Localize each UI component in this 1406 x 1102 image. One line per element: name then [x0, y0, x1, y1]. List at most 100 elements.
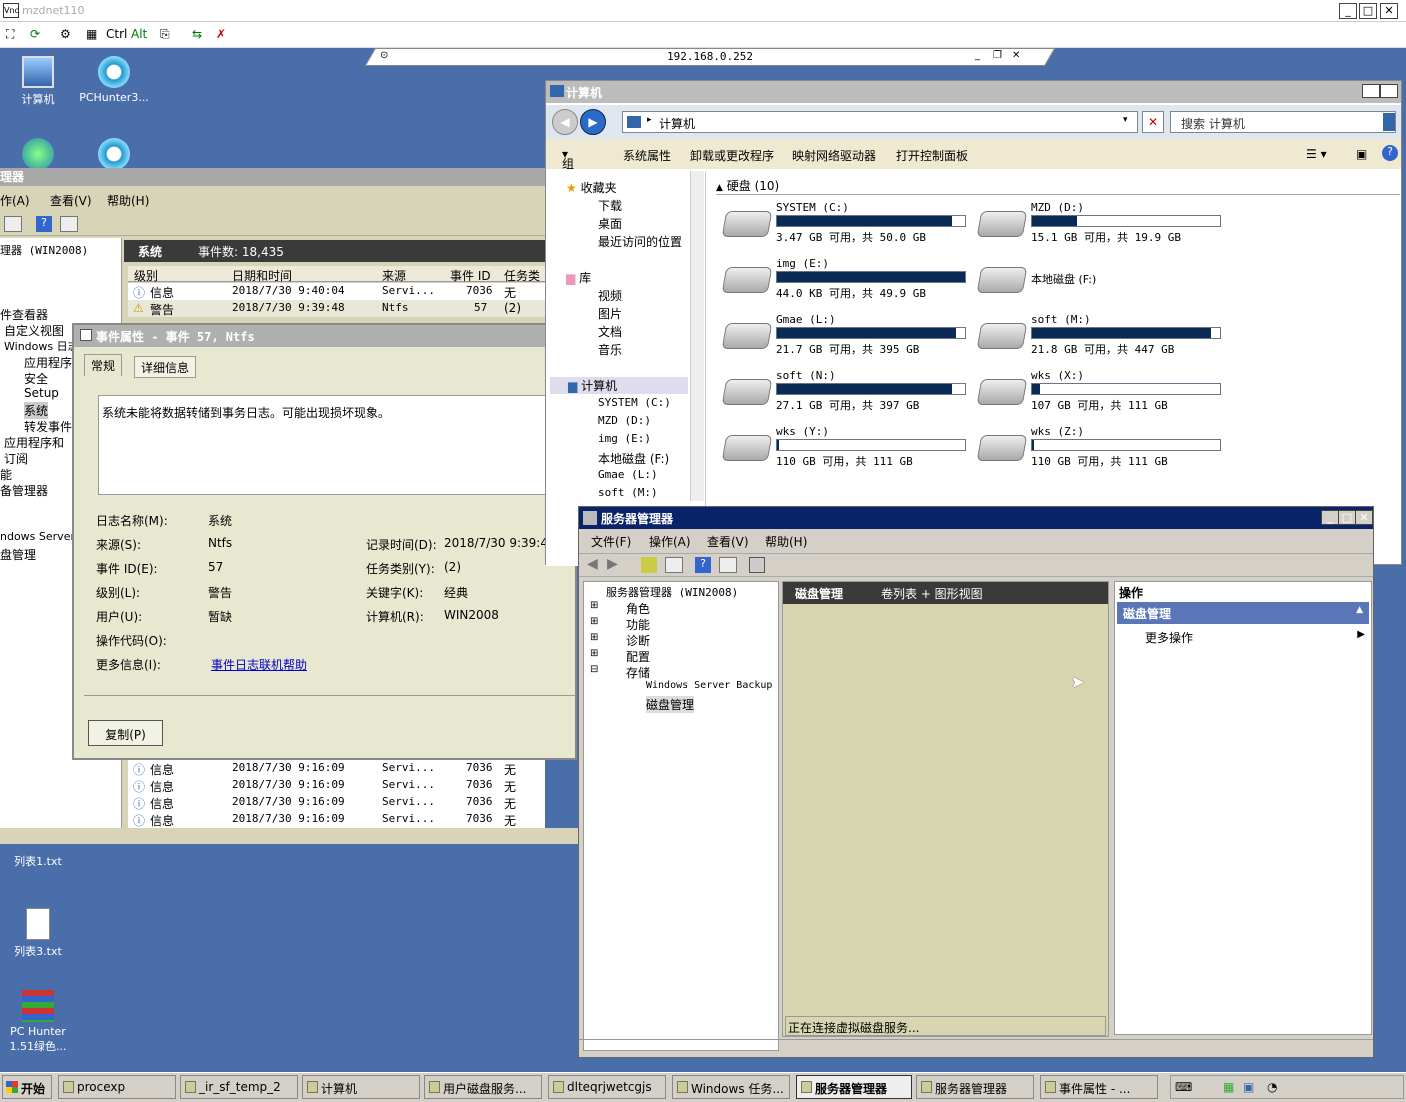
tree-item-disk-management[interactable]: 磁盘管理 [646, 696, 695, 713]
tree-item-features[interactable]: 能 [0, 466, 12, 483]
expand-icon[interactable]: ⊞ [590, 648, 598, 659]
show-pane-icon[interactable] [4, 216, 22, 232]
more-actions-item[interactable]: 更多操作 ▶ [1145, 629, 1365, 646]
up-level-icon[interactable] [641, 557, 657, 573]
rdp-pin-icon[interactable]: ⊙ [380, 50, 388, 61]
taskbar-button[interactable]: _ir_sf_temp_2 [180, 1075, 298, 1099]
view-options-icon[interactable]: ☰ ▾ [1306, 147, 1327, 161]
col-level[interactable]: 级别 [134, 267, 158, 284]
desktop-icon-list3[interactable]: 列表3.txt [2, 908, 74, 959]
desktop-icon-pchunter[interactable]: PCHunter3... [78, 56, 150, 104]
tree-item-application[interactable]: 应用程序 [24, 354, 72, 371]
nav-downloads[interactable]: 下载 [598, 197, 622, 214]
properties-icon[interactable] [60, 216, 78, 232]
nav-documents[interactable]: 文档 [598, 323, 622, 340]
actions-section[interactable]: 磁盘管理 ▲ [1117, 602, 1369, 624]
organize-button[interactable]: 组织 ▾ [562, 147, 574, 188]
tree-item-apps-services[interactable]: 应用程序和 [4, 434, 64, 451]
fullscreen-icon[interactable]: ⛶ [6, 27, 14, 42]
drive-group-header[interactable]: ▲ 硬盘 (10) [716, 177, 1400, 195]
tree-item-features[interactable]: 功能 [626, 616, 650, 633]
col-event-id[interactable]: 事件 ID [450, 267, 491, 284]
taskbar-button[interactable]: 服务器管理器 [916, 1075, 1034, 1099]
refresh-icon[interactable]: ⟳ [30, 27, 40, 41]
tree-item-disk-management[interactable]: 盘管理 [0, 546, 36, 563]
explorer-minimize-button[interactable]: _ [1362, 84, 1380, 98]
table-row[interactable]: ⓘ 信息 2018/7/30 9:16:09 Servi... 7036 无 [128, 811, 545, 828]
network-icon[interactable]: ▦ [1223, 1080, 1234, 1094]
tree-item-storage[interactable]: 存储 [626, 664, 650, 681]
nav-scrollbar[interactable] [690, 171, 704, 501]
sm-minimize-button[interactable]: _ [1321, 510, 1339, 525]
tree-item-subscriptions[interactable]: 订阅 [4, 450, 28, 467]
tree-item-wsb[interactable]: ndows Server [0, 530, 75, 543]
clear-address-button[interactable]: ✕ [1142, 111, 1164, 133]
help-icon[interactable]: ? [36, 216, 52, 232]
nav-videos[interactable]: 视频 [598, 287, 622, 304]
copy-icon[interactable]: ⎘ [160, 27, 170, 42]
table-row[interactable]: ⓘ 信息 2018/7/30 9:40:04 Servi... 7036 无 [128, 283, 545, 300]
speaker-icon[interactable]: ◔ [1267, 1080, 1277, 1094]
tree-item-diagnostics[interactable]: 诊断 [626, 632, 650, 649]
col-datetime[interactable]: 日期和时间 [232, 267, 292, 284]
forward-button[interactable]: ▶ [580, 109, 606, 135]
keyboard-icon[interactable]: ⌨ [1175, 1080, 1192, 1094]
expand-icon[interactable]: ⊞ [590, 600, 598, 611]
nav-libraries[interactable]: ▆ 库 [566, 269, 591, 286]
nav-favorites[interactable]: ★ 收藏夹 [566, 179, 617, 196]
table-row[interactable]: ⓘ 信息 2018/7/30 9:16:09 Servi... 7036 无 [128, 777, 545, 794]
nav-drive-f[interactable]: 本地磁盘 (F:) [598, 450, 669, 467]
menu-help[interactable]: 帮助(H) [107, 192, 149, 209]
table-row[interactable]: ⓘ 信息 2018/7/30 9:16:09 Servi... 7036 无 [128, 794, 545, 811]
system-properties-button[interactable]: 系统属性 [623, 147, 671, 164]
explorer-maximize-button[interactable]: □ [1380, 84, 1398, 98]
drive-tile[interactable]: wks (Z:) 110 GB 可用，共 111 GB [976, 425, 1229, 475]
tree-item-configuration[interactable]: 配置 [626, 648, 650, 665]
back-button[interactable]: ◀ [552, 109, 578, 135]
disconnect-icon[interactable]: ✗ [216, 27, 226, 41]
minimize-button[interactable]: _ [1339, 3, 1357, 19]
tree-item-windows-logs[interactable]: Windows 日志 [4, 338, 79, 354]
tree-item-device-manager[interactable]: 备管理器 [0, 482, 48, 499]
collapse-icon[interactable]: ▲ [1356, 605, 1363, 615]
rdp-close-icon[interactable]: ✕ [1012, 50, 1020, 61]
show-tree-icon[interactable] [665, 557, 683, 573]
tree-item-security[interactable]: 安全 [24, 370, 48, 387]
nav-recent[interactable]: 最近访问的位置 [598, 233, 682, 250]
taskbar-button[interactable]: 计算机 [302, 1075, 420, 1099]
sm-close-button[interactable]: ✕ [1355, 510, 1373, 525]
maximize-button[interactable]: □ [1359, 3, 1377, 19]
expand-icon[interactable]: ⊞ [590, 632, 598, 643]
tree-item-custom-views[interactable]: 自定义视图 [4, 322, 64, 339]
tree-item-root[interactable]: 理器 (WIN2008) [0, 242, 88, 258]
copy-button[interactable]: 复制(P) [88, 720, 163, 746]
collapse-icon[interactable]: ⊟ [590, 664, 598, 675]
back-arrow-icon[interactable]: ◀ [587, 556, 598, 572]
uninstall-button[interactable]: 卸载或更改程序 [690, 147, 774, 164]
tab-general[interactable]: 常规 [84, 354, 123, 376]
tree-item-system[interactable]: 系统 [24, 402, 49, 419]
options-icon[interactable]: ⚙ [60, 27, 71, 41]
tree-item-event-viewer[interactable]: 件查看器 [0, 306, 48, 323]
drive-tile[interactable]: soft (N:) 27.1 GB 可用，共 397 GB [721, 369, 974, 419]
menu-file[interactable]: 文件(F) [591, 533, 631, 550]
nav-drive-m[interactable]: soft (M:) [598, 486, 658, 499]
event-message-box[interactable]: 系统未能将数据转储到事务日志。可能出现损坏现象。 [98, 395, 579, 495]
taskbar-button[interactable]: Windows 任务... [672, 1075, 790, 1099]
nav-drive-d[interactable]: MZD (D:) [598, 414, 651, 427]
col-source[interactable]: 来源 [382, 267, 406, 284]
desktop-icon-list1[interactable]: 列表1.txt [2, 853, 74, 869]
rdp-restore-icon[interactable]: ❐ [993, 50, 1002, 61]
desktop-icon-pchunter-zip[interactable]: PC Hunter 1.51绿色... [2, 990, 74, 1054]
nav-computer[interactable]: ▆ 计算机 [550, 377, 688, 394]
menu-view[interactable]: 查看(V) [707, 533, 749, 550]
menu-action[interactable]: 操作(A) [649, 533, 691, 550]
menu-help[interactable]: 帮助(H) [765, 533, 807, 550]
nav-drive-c[interactable]: SYSTEM (C:) [598, 396, 671, 409]
preview-pane-icon[interactable]: ▣ [1356, 147, 1367, 161]
monitor-icon[interactable]: ▣ [1243, 1080, 1254, 1094]
tree-item-wsb[interactable]: Windows Server Backup [646, 680, 772, 691]
tree-item-roles[interactable]: 角色 [626, 600, 650, 617]
taskbar-button[interactable]: 服务器管理器 [796, 1075, 912, 1099]
ctrl-key-button[interactable]: Ctrl [106, 27, 127, 41]
